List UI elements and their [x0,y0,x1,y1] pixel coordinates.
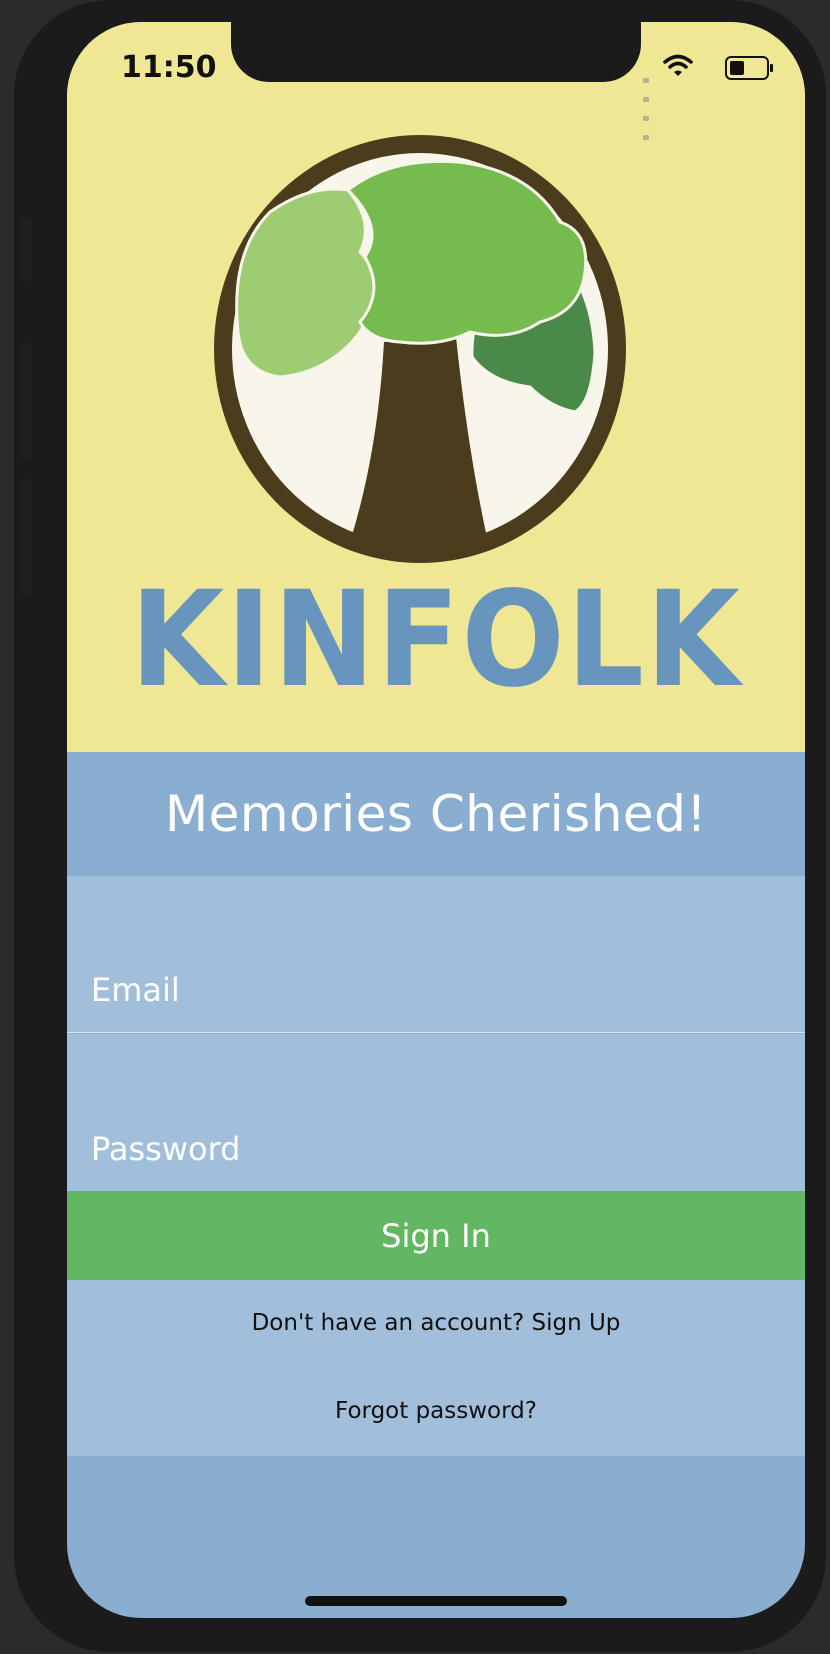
mute-switch [20,218,32,282]
auth-links-area: Don't have an account? Sign Up Forgot pa… [67,1280,805,1456]
volume-down-button [20,478,32,596]
tagline-band: Memories Cherished! [67,752,805,876]
home-indicator[interactable] [305,1596,567,1606]
brand-wordmark: KINFOLK [130,563,742,717]
email-input[interactable] [67,876,805,1032]
tree-logo-icon [214,135,626,563]
status-time: 11:50 [121,50,217,85]
password-field [67,1034,805,1191]
sign-up-link[interactable]: Don't have an account? Sign Up [67,1310,805,1336]
sign-in-button[interactable]: Sign In [67,1191,805,1280]
header-area: 11:50 KINFOLK [67,22,805,752]
phone-frame: 11:50 KINFOLK Memories Cherished! Email … [14,0,826,1652]
device-notch [231,22,641,82]
wifi-icon [663,54,693,82]
password-input[interactable] [67,1034,805,1191]
app-screen: 11:50 KINFOLK Memories Cherished! Email … [67,22,805,1618]
signal-icon [643,68,651,144]
forgot-password-link[interactable]: Forgot password? [67,1398,805,1424]
email-field [67,876,805,1033]
battery-icon [725,56,773,80]
volume-up-button [20,342,32,460]
tagline-text: Memories Cherished! [165,785,707,843]
